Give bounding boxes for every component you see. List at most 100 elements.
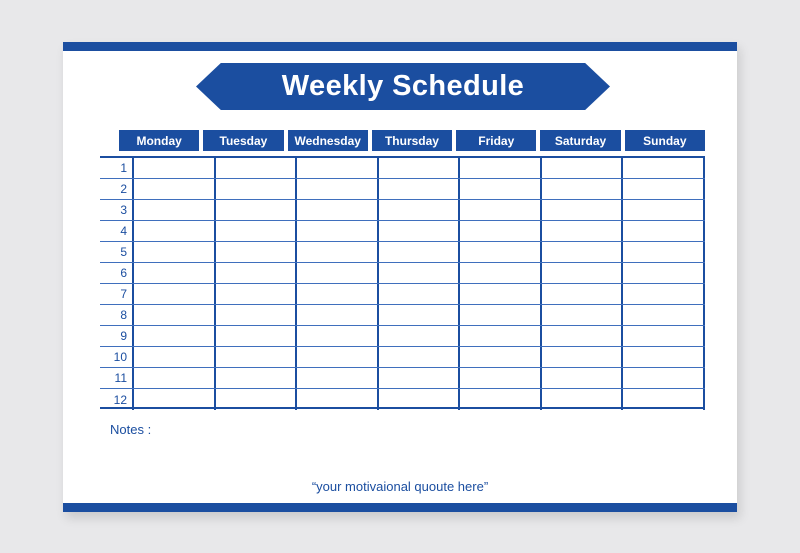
row-number: 4 [120, 224, 127, 238]
day-header-sunday[interactable]: Sunday [624, 130, 705, 151]
schedule-cell[interactable] [376, 347, 459, 367]
row-cells [132, 200, 706, 220]
day-header-row: Monday Tuesday Wednesday Thursday Friday Satu… [119, 130, 705, 151]
schedule-cell[interactable] [621, 389, 706, 410]
schedule-cell[interactable] [539, 221, 622, 241]
schedule-cell[interactable] [621, 326, 706, 346]
schedule-cell[interactable] [539, 158, 622, 178]
day-header-thursday[interactable]: Thursday [371, 130, 453, 151]
schedule-cell[interactable] [295, 284, 377, 304]
schedule-cell[interactable] [213, 284, 296, 304]
schedule-cell[interactable] [458, 305, 540, 325]
schedule-cell[interactable] [621, 305, 706, 325]
schedule-cell[interactable] [213, 347, 296, 367]
schedule-row: 7 [100, 284, 706, 305]
schedule-cell[interactable] [458, 200, 540, 220]
schedule-cell[interactable] [621, 158, 706, 178]
schedule-cell[interactable] [295, 179, 377, 199]
schedule-cell[interactable] [376, 284, 459, 304]
schedule-cell[interactable] [539, 347, 622, 367]
schedule-cell[interactable] [132, 200, 214, 220]
schedule-cell[interactable] [295, 242, 377, 262]
schedule-cell[interactable] [132, 284, 214, 304]
schedule-cell[interactable] [295, 368, 377, 388]
schedule-cell[interactable] [132, 221, 214, 241]
schedule-cell[interactable] [132, 263, 214, 283]
row-cells [132, 305, 706, 325]
day-header-wednesday[interactable]: Wednesday [287, 130, 368, 151]
schedule-cell[interactable] [539, 368, 622, 388]
schedule-cell[interactable] [376, 263, 459, 283]
schedule-cell[interactable] [132, 389, 214, 410]
schedule-cell[interactable] [539, 326, 622, 346]
schedule-cell[interactable] [132, 368, 214, 388]
schedule-cell[interactable] [458, 389, 540, 410]
schedule-cell[interactable] [376, 389, 459, 410]
schedule-cell[interactable] [621, 179, 706, 199]
schedule-cell[interactable] [295, 158, 377, 178]
schedule-cell[interactable] [295, 305, 377, 325]
schedule-cell[interactable] [458, 347, 540, 367]
schedule-cell[interactable] [376, 158, 459, 178]
schedule-cell[interactable] [621, 263, 706, 283]
schedule-cell[interactable] [458, 368, 540, 388]
day-header-saturday[interactable]: Saturday [540, 130, 621, 151]
schedule-cell[interactable] [539, 263, 622, 283]
schedule-cell[interactable] [539, 200, 622, 220]
schedule-cell[interactable] [295, 263, 377, 283]
schedule-cell[interactable] [621, 368, 706, 388]
schedule-cell[interactable] [376, 305, 459, 325]
schedule-cell[interactable] [213, 326, 296, 346]
schedule-cell[interactable] [376, 200, 459, 220]
schedule-cell[interactable] [132, 347, 214, 367]
schedule-cell[interactable] [539, 242, 622, 262]
schedule-cell[interactable] [621, 242, 706, 262]
schedule-cell[interactable] [539, 389, 622, 410]
schedule-cell[interactable] [539, 284, 622, 304]
day-header-monday[interactable]: Monday [119, 130, 200, 151]
schedule-cell[interactable] [376, 326, 459, 346]
schedule-cell[interactable] [539, 305, 622, 325]
schedule-cell[interactable] [213, 200, 296, 220]
schedule-cell[interactable] [458, 263, 540, 283]
schedule-cell[interactable] [132, 179, 214, 199]
schedule-cell[interactable] [458, 221, 540, 241]
schedule-cell[interactable] [376, 221, 459, 241]
schedule-cell[interactable] [621, 221, 706, 241]
schedule-cell[interactable] [295, 221, 377, 241]
schedule-cell[interactable] [213, 389, 296, 410]
schedule-cell[interactable] [295, 389, 377, 410]
schedule-cell[interactable] [295, 347, 377, 367]
schedule-cell[interactable] [621, 284, 706, 304]
schedule-cell[interactable] [458, 242, 540, 262]
schedule-cell[interactable] [132, 305, 214, 325]
schedule-cell[interactable] [458, 284, 540, 304]
schedule-cell[interactable] [213, 221, 296, 241]
schedule-cell[interactable] [539, 179, 622, 199]
day-header-tuesday[interactable]: Tuesday [203, 130, 284, 151]
schedule-cell[interactable] [376, 368, 459, 388]
schedule-cell[interactable] [295, 326, 377, 346]
schedule-cell[interactable] [132, 242, 214, 262]
top-accent-bar [63, 42, 737, 51]
schedule-cell[interactable] [213, 263, 296, 283]
schedule-cell[interactable] [458, 179, 540, 199]
schedule-cell[interactable] [458, 326, 540, 346]
schedule-cell[interactable] [376, 179, 459, 199]
page-title: Weekly Schedule [281, 70, 525, 102]
schedule-cell[interactable] [213, 305, 296, 325]
row-number: 10 [113, 350, 127, 364]
schedule-cell[interactable] [376, 242, 459, 262]
schedule-cell[interactable] [132, 158, 214, 178]
row-number: 11 [114, 371, 127, 385]
schedule-cell[interactable] [621, 200, 706, 220]
schedule-cell[interactable] [213, 158, 296, 178]
schedule-cell[interactable] [213, 242, 296, 262]
schedule-cell[interactable] [458, 158, 540, 178]
schedule-cell[interactable] [213, 368, 296, 388]
schedule-cell[interactable] [621, 347, 706, 367]
schedule-cell[interactable] [132, 326, 214, 346]
schedule-cell[interactable] [213, 179, 296, 199]
schedule-cell[interactable] [295, 200, 377, 220]
day-header-friday[interactable]: Friday [456, 130, 537, 151]
